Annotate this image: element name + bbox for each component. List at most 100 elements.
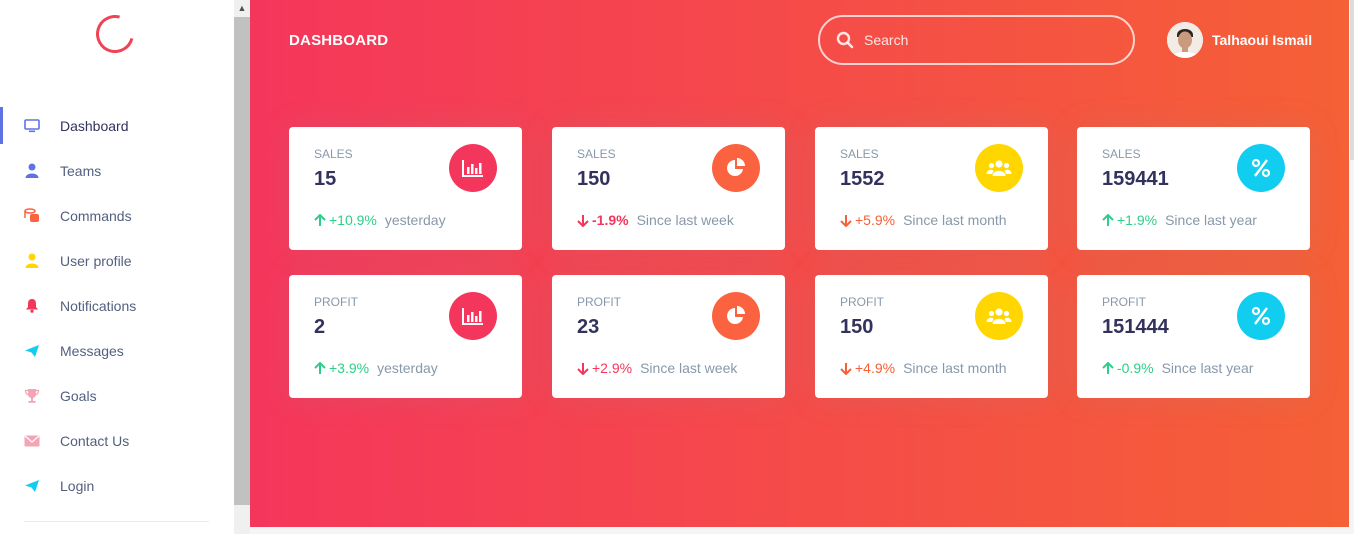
sidebar-item-label: Messages (60, 342, 124, 359)
card-value: 1552 (840, 168, 885, 190)
card-footer: +10.9% yesterday (314, 212, 446, 228)
stat-card: PROFIT 23 +2.9% Since last week (552, 275, 785, 398)
card-caption: Since last year (1165, 212, 1257, 228)
card-footer: -0.9% Since last year (1102, 360, 1253, 376)
card-change: +3.9% (329, 360, 370, 376)
card-caption: Since last week (640, 360, 738, 376)
stat-card: PROFIT 2 +3.9% yesterday (289, 275, 522, 398)
scroll-up-arrow-icon[interactable]: ▲ (234, 0, 250, 16)
avatar[interactable] (1167, 22, 1203, 58)
arrow-down-icon (840, 214, 852, 227)
scrollbar-thumb[interactable] (234, 17, 250, 505)
trend-indicator: +4.9% (840, 360, 895, 376)
user-icon (23, 252, 41, 270)
card-change: +4.9% (855, 360, 896, 376)
trend-indicator: +10.9% (314, 212, 377, 228)
card-label: PROFIT (1102, 295, 1146, 309)
sidebar-item-label: Contact Us (60, 432, 130, 449)
card-caption: Since last year (1161, 360, 1254, 376)
card-change: -0.9% (1117, 360, 1154, 376)
sidebar-item-label: User profile (60, 252, 132, 269)
card-label: SALES (840, 147, 879, 161)
stat-card: SALES 15 +10.9% yesterday (289, 127, 522, 250)
card-change: -1.9% (592, 212, 629, 228)
sidebar-item-label: Commands (60, 207, 132, 224)
arrow-up-icon (1102, 213, 1114, 226)
percent-icon (1237, 292, 1285, 340)
sidebar-item-user-profile[interactable]: User profile (0, 238, 234, 283)
envelope-icon (23, 432, 41, 450)
send-icon (23, 477, 41, 495)
sidebar-item-commands[interactable]: Commands (0, 193, 234, 238)
card-change: +5.9% (855, 212, 896, 228)
search-icon (836, 31, 854, 49)
trend-indicator: +1.9% (1102, 212, 1157, 228)
card-footer: +5.9% Since last month (840, 212, 1007, 228)
arrow-up-icon (1102, 361, 1114, 374)
sidebar-item-label: Teams (60, 162, 102, 179)
users-icon (975, 292, 1023, 340)
card-change: +10.9% (329, 212, 377, 228)
trend-indicator: -0.9% (1102, 360, 1154, 376)
sidebar-item-contact-us[interactable]: Contact Us (0, 418, 234, 463)
arrow-up-icon (314, 361, 326, 374)
card-label: PROFIT (840, 295, 884, 309)
sidebar-item-messages[interactable]: Messages (0, 328, 234, 373)
card-value: 151444 (1102, 316, 1169, 338)
card-caption: Since last month (903, 212, 1007, 228)
main-panel: DASHBOARD Talhaoui Ismail SALES 15 +10.9… (250, 0, 1349, 527)
card-value: 150 (840, 316, 874, 338)
chart-pie-icon (712, 144, 760, 192)
arrow-down-icon (577, 214, 589, 227)
card-footer: +1.9% Since last year (1102, 212, 1257, 228)
search-input[interactable] (864, 32, 1104, 48)
arrow-down-icon (577, 362, 589, 375)
card-label: SALES (1102, 147, 1141, 161)
card-footer: +4.9% Since last month (840, 360, 1007, 376)
users-icon (975, 144, 1023, 192)
trend-indicator: +5.9% (840, 212, 895, 228)
card-caption: yesterday (384, 212, 446, 228)
card-footer: +2.9% Since last week (577, 360, 737, 376)
sidebar-item-login[interactable]: Login (0, 463, 234, 508)
stat-card: PROFIT 150 +4.9% Since last month (815, 275, 1048, 398)
card-change: +2.9% (592, 360, 633, 376)
stat-card: SALES 1552 +5.9% Since last month (815, 127, 1048, 250)
card-value: 2 (314, 316, 326, 338)
monitor-icon (23, 117, 41, 135)
stat-card: SALES 150 -1.9% Since last week (552, 127, 785, 250)
sidebar-item-label: Login (60, 477, 95, 494)
card-caption: Since last week (636, 212, 734, 228)
chart-pie-icon (712, 292, 760, 340)
sidebar-item-notifications[interactable]: Notifications (0, 283, 234, 328)
card-footer: +3.9% yesterday (314, 360, 438, 376)
card-change: +1.9% (1117, 212, 1158, 228)
percent-icon (1237, 144, 1285, 192)
chart-bar-icon (449, 144, 497, 192)
card-label: SALES (314, 147, 353, 161)
chart-bar-icon (449, 292, 497, 340)
trend-indicator: +3.9% (314, 360, 369, 376)
card-label: PROFIT (314, 295, 358, 309)
trend-indicator: +2.9% (577, 360, 632, 376)
sidebar-divider (24, 521, 209, 522)
page-title: DASHBOARD (289, 32, 389, 49)
card-value: 15 (314, 168, 337, 190)
card-caption: yesterday (377, 360, 438, 376)
coins-icon (23, 207, 41, 225)
page-scrollbar-thumb[interactable] (1350, 0, 1354, 160)
sidebar-item-goals[interactable]: Goals (0, 373, 234, 418)
sidebar-item-label: Notifications (60, 297, 137, 314)
card-footer: -1.9% Since last week (577, 212, 734, 228)
logo-icon[interactable] (89, 8, 141, 60)
trophy-icon (23, 387, 41, 405)
sidebar-item-teams[interactable]: Teams (0, 148, 234, 193)
user-menu[interactable]: Talhaoui Ismail (1167, 22, 1312, 58)
card-value: 23 (577, 316, 600, 338)
send-icon (23, 342, 41, 360)
sidebar-item-dashboard[interactable]: Dashboard (0, 103, 234, 148)
arrow-up-icon (314, 213, 326, 226)
card-label: SALES (577, 147, 616, 161)
trend-indicator: -1.9% (577, 212, 629, 228)
search-box[interactable] (818, 15, 1135, 65)
